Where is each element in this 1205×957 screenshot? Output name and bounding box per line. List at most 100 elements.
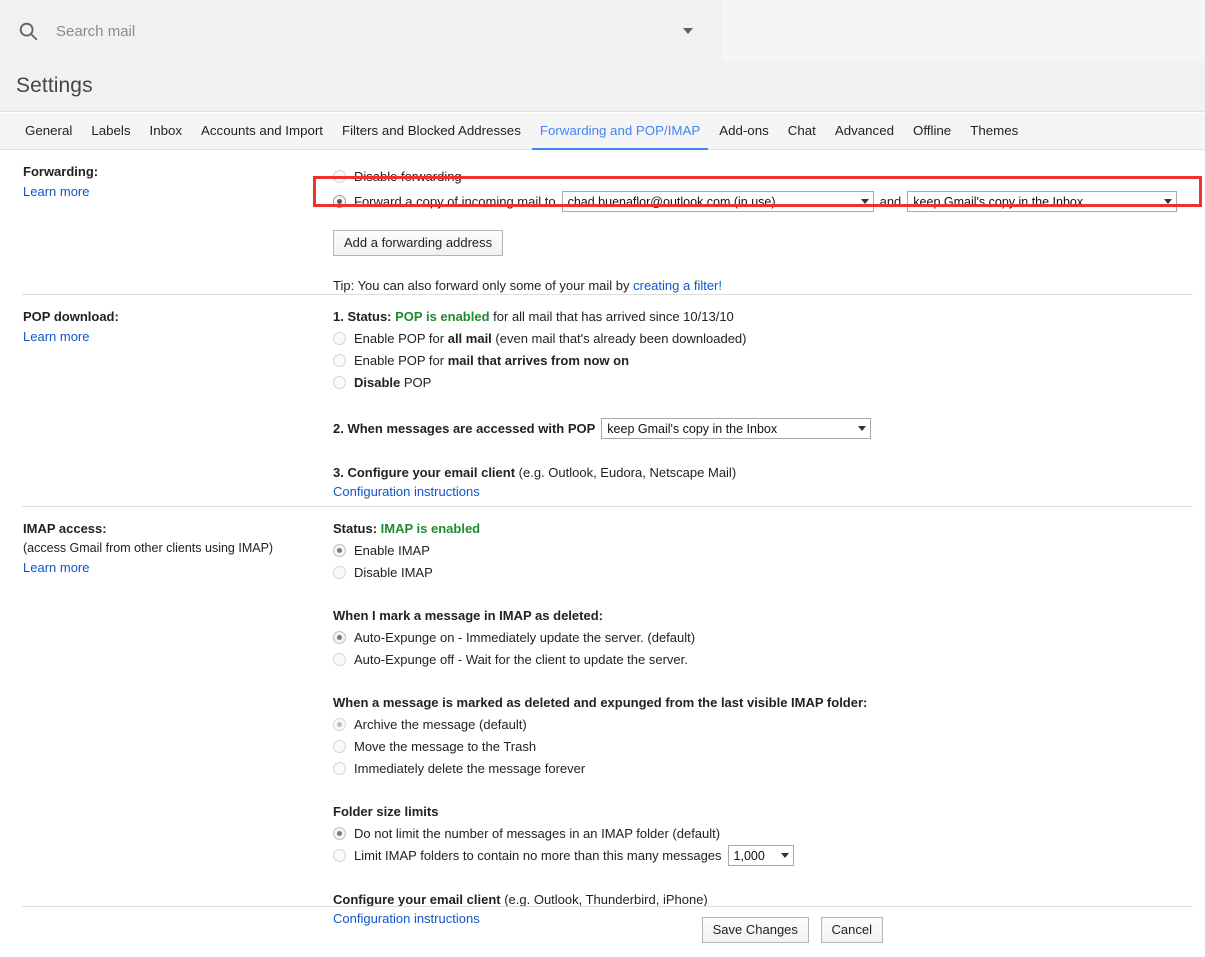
add-forwarding-address-wrap: Add a forwarding address bbox=[333, 230, 1195, 256]
pop-learn-more-link[interactable]: Learn more bbox=[23, 329, 89, 344]
cancel-button[interactable]: Cancel bbox=[820, 917, 883, 943]
save-changes-button[interactable]: Save Changes bbox=[701, 917, 809, 943]
pop-configuration-instructions-link[interactable]: Configuration instructions bbox=[333, 484, 480, 499]
auto-expunge-on-radio[interactable] bbox=[333, 630, 346, 644]
tab-inbox[interactable]: Inbox bbox=[142, 113, 191, 150]
footer-buttons: Save Changes Cancel bbox=[0, 907, 1205, 943]
forwarding-section-label: Forwarding: Learn more bbox=[0, 150, 333, 294]
imap-status-line: Status: IMAP is enabled bbox=[333, 521, 1195, 536]
disable-forwarding-row[interactable]: Disable forwarding bbox=[333, 166, 1195, 186]
imap-access-section: IMAP access: (access Gmail from other cl… bbox=[0, 507, 1205, 926]
pop-step3: 3. Configure your email client (e.g. Out… bbox=[333, 465, 1195, 480]
tab-offline[interactable]: Offline bbox=[905, 113, 959, 150]
page-title: Settings bbox=[16, 74, 93, 97]
auto-expunge-off-label: Auto-Expunge off - Wait for the client t… bbox=[354, 651, 688, 667]
folder-limit-select[interactable]: 1,000 bbox=[727, 845, 794, 866]
tab-advanced[interactable]: Advanced bbox=[827, 113, 902, 150]
forwarding-address-select[interactable]: chad.buenaflor@outlook.com (in use) bbox=[561, 191, 874, 212]
forwarding-action-select[interactable]: keep Gmail's copy in the Inbox bbox=[907, 191, 1178, 212]
tab-accounts-and-import[interactable]: Accounts and Import bbox=[193, 113, 331, 150]
imap-section-label: IMAP access: (access Gmail from other cl… bbox=[0, 507, 333, 907]
archive-message-radio[interactable] bbox=[333, 717, 346, 731]
imap-disable-row[interactable]: Disable IMAP bbox=[333, 562, 1195, 582]
imap-disable-label: Disable IMAP bbox=[354, 564, 433, 580]
chevron-down-icon bbox=[858, 426, 867, 431]
chevron-down-icon bbox=[780, 853, 789, 858]
forward-copy-label: Forward a copy of incoming mail to bbox=[354, 194, 556, 209]
pop-all-mail-radio[interactable] bbox=[333, 331, 346, 345]
tab-chat[interactable]: Chat bbox=[780, 113, 824, 150]
chevron-down-icon bbox=[683, 28, 693, 34]
pop-all-mail-row[interactable]: Enable POP for all mail (even mail that'… bbox=[333, 328, 1195, 348]
no-folder-limit-radio[interactable] bbox=[333, 826, 346, 840]
search-bar[interactable] bbox=[0, 0, 722, 62]
forward-copy-row[interactable]: Forward a copy of incoming mail to chad.… bbox=[333, 191, 1195, 212]
auto-expunge-on-row[interactable]: Auto-Expunge on - Immediately update the… bbox=[333, 627, 1195, 647]
auto-expunge-off-radio[interactable] bbox=[333, 652, 346, 666]
imap-expunged-heading: When a message is marked as deleted and … bbox=[333, 695, 868, 710]
move-to-trash-label: Move the message to the Trash bbox=[354, 738, 537, 754]
disable-forwarding-radio[interactable] bbox=[333, 169, 346, 183]
imap-enable-label: Enable IMAP bbox=[354, 542, 430, 558]
pop-disable-post: POP bbox=[400, 374, 432, 390]
tab-themes[interactable]: Themes bbox=[962, 113, 1026, 150]
tab-add-ons[interactable]: Add-ons bbox=[711, 113, 777, 150]
pop-disable-row[interactable]: Disable POP bbox=[333, 372, 1195, 392]
pop-disable-radio[interactable] bbox=[333, 375, 346, 389]
pop-step2: 2. When messages are accessed with POP k… bbox=[333, 418, 1195, 439]
folder-limit-value: 1,000 bbox=[733, 848, 765, 863]
forwarding-action-value: keep Gmail's copy in the Inbox bbox=[913, 194, 1084, 209]
imap-enable-row[interactable]: Enable IMAP bbox=[333, 540, 1195, 560]
pop-disable-label: Disable POP bbox=[354, 374, 431, 391]
imap-enable-radio[interactable] bbox=[333, 543, 346, 557]
search-input[interactable] bbox=[56, 11, 636, 51]
disable-forwarding-label: Disable forwarding bbox=[354, 168, 462, 184]
forwarding-tip-text: Tip: You can also forward only some of y… bbox=[333, 278, 634, 293]
auto-expunge-on-label: Auto-Expunge on - Immediately update the… bbox=[354, 629, 696, 645]
imap-configure-post: (e.g. Outlook, Thunderbird, iPhone) bbox=[500, 892, 708, 907]
imap-section-body: Status: IMAP is enabled Enable IMAP Disa… bbox=[333, 507, 1205, 926]
pop-step3-post: (e.g. Outlook, Eudora, Netscape Mail) bbox=[515, 465, 737, 480]
imap-status-prefix: Status: bbox=[333, 521, 381, 536]
imap-status-badge: IMAP is enabled bbox=[380, 521, 481, 536]
move-to-trash-row[interactable]: Move the message to the Trash bbox=[333, 736, 1195, 756]
pop-all-mail-pre: Enable POP for bbox=[354, 330, 448, 346]
move-to-trash-radio[interactable] bbox=[333, 739, 346, 753]
tab-forwarding-and-pop-imap[interactable]: Forwarding and POP/IMAP bbox=[531, 113, 709, 151]
chevron-down-icon bbox=[1164, 199, 1173, 204]
auto-expunge-off-row[interactable]: Auto-Expunge off - Wait for the client t… bbox=[333, 649, 1195, 669]
pop-from-now-on-radio[interactable] bbox=[333, 353, 346, 367]
pop-status-suffix: for all mail that has arrived since 10/1… bbox=[489, 309, 734, 324]
imap-learn-more-link[interactable]: Learn more bbox=[23, 560, 89, 575]
no-folder-limit-row[interactable]: Do not limit the number of messages in a… bbox=[333, 823, 1195, 843]
search-icon bbox=[0, 0, 56, 62]
forwarding-learn-more-link[interactable]: Learn more bbox=[23, 184, 89, 199]
imap-deleted-heading: When I mark a message in IMAP as deleted… bbox=[333, 608, 603, 623]
add-forwarding-address-button[interactable]: Add a forwarding address bbox=[333, 230, 504, 256]
imap-disable-radio[interactable] bbox=[333, 565, 346, 579]
folder-limit-radio[interactable] bbox=[333, 849, 346, 862]
pop-status-badge: POP is enabled bbox=[395, 309, 490, 324]
pop-config-link-wrap: Configuration instructions bbox=[333, 484, 1195, 499]
tab-filters-and-blocked-addresses[interactable]: Filters and Blocked Addresses bbox=[334, 113, 529, 150]
chevron-down-icon bbox=[860, 199, 869, 204]
search-options-button[interactable] bbox=[672, 0, 704, 62]
pop-label: POP download: bbox=[23, 309, 119, 324]
tab-labels[interactable]: Labels bbox=[83, 113, 138, 150]
pop-access-action-value: keep Gmail's copy in the Inbox bbox=[607, 421, 778, 436]
folder-limit-row[interactable]: Limit IMAP folders to contain no more th… bbox=[333, 845, 1195, 866]
tab-general[interactable]: General bbox=[17, 113, 80, 150]
pop-from-now-on-pre: Enable POP for bbox=[354, 352, 448, 368]
pop-access-action-select[interactable]: keep Gmail's copy in the Inbox bbox=[601, 418, 872, 439]
pop-section-label: POP download: Learn more bbox=[0, 295, 333, 506]
settings-footer: Save Changes Cancel bbox=[0, 906, 1205, 943]
forward-copy-radio[interactable] bbox=[333, 195, 346, 208]
delete-forever-label: Immediately delete the message forever bbox=[354, 760, 586, 776]
pop-status-line: 1. Status: POP is enabled for all mail t… bbox=[333, 309, 1195, 324]
creating-a-filter-link[interactable]: creating a filter! bbox=[633, 278, 722, 293]
pop-from-now-on-row[interactable]: Enable POP for mail that arrives from no… bbox=[333, 350, 1195, 370]
delete-forever-radio[interactable] bbox=[333, 761, 346, 775]
archive-message-row[interactable]: Archive the message (default) bbox=[333, 714, 1195, 734]
delete-forever-row[interactable]: Immediately delete the message forever bbox=[333, 758, 1195, 778]
settings-tabs: General Labels Inbox Accounts and Import… bbox=[0, 113, 1205, 151]
